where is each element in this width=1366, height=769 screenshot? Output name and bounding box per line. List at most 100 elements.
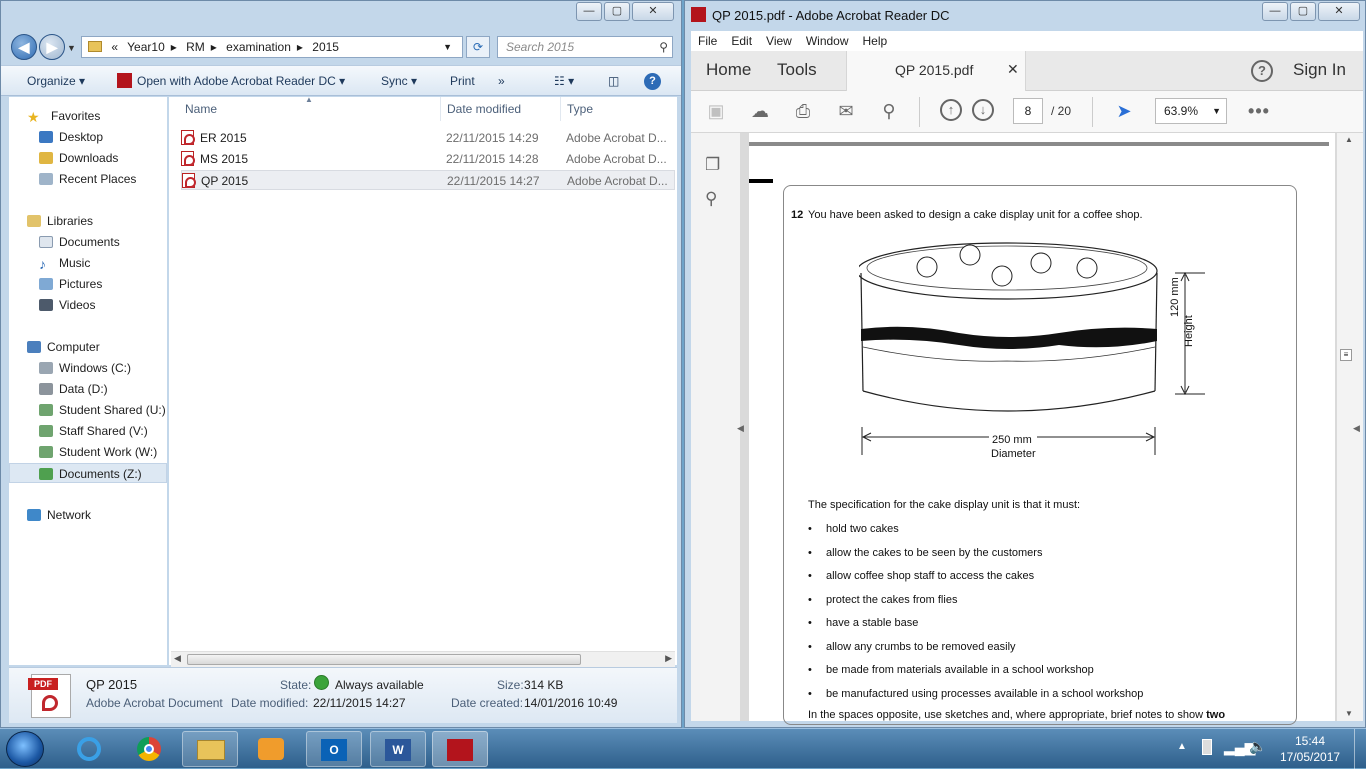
nav-drive-u[interactable]: Student Shared (U:) — [9, 400, 167, 420]
previous-page-icon[interactable]: ↑ — [940, 99, 962, 121]
nav-libraries[interactable]: Libraries — [9, 211, 167, 231]
address-dropdown-icon[interactable]: ▼ — [443, 37, 452, 57]
scrollbar-thumb[interactable]: ≡ — [1340, 349, 1352, 361]
show-hidden-icons[interactable]: ▲ — [1177, 741, 1187, 752]
scroll-up-icon[interactable]: ▲ — [1345, 135, 1353, 144]
sync-button[interactable]: Sync ▾ — [381, 66, 417, 96]
outlook-icon[interactable]: O — [306, 731, 362, 767]
close-tab-icon[interactable]: ✕ — [1007, 61, 1019, 78]
volume-icon[interactable]: 🔈 — [1249, 738, 1266, 755]
scroll-down-icon[interactable]: ▼ — [1345, 709, 1353, 718]
menu-file[interactable]: File — [691, 31, 724, 51]
save-icon[interactable]: ▣ — [704, 99, 728, 123]
breadcrumb-examination[interactable]: examination — [226, 40, 291, 54]
specification-item: be manufactured using processes availabl… — [826, 687, 1144, 700]
scroll-left-icon[interactable]: ◀ — [174, 653, 181, 664]
column-date-modified[interactable]: Date modified — [441, 97, 561, 121]
breadcrumb-year10[interactable]: Year10 — [127, 40, 165, 54]
nav-videos[interactable]: Videos — [9, 295, 167, 315]
back-button[interactable]: ◀ — [11, 34, 37, 60]
email-icon[interactable]: ✉ — [834, 99, 858, 123]
recent-pages-chevron-icon[interactable]: ▼ — [67, 43, 76, 53]
desktop-icon — [39, 131, 53, 143]
select-cursor-icon[interactable]: ➤ — [1112, 99, 1136, 123]
tab-home[interactable]: Home — [706, 60, 751, 80]
word-icon[interactable]: W — [370, 731, 426, 767]
preview-pane-icon[interactable]: ◫ — [608, 66, 619, 96]
address-overflow[interactable]: « — [111, 40, 118, 54]
file-explorer-icon[interactable] — [182, 731, 238, 767]
chrome-icon[interactable] — [122, 731, 178, 767]
print-icon[interactable]: ⎙ — [791, 99, 815, 123]
nav-music[interactable]: ♪ Music — [9, 253, 167, 273]
pdf-file-icon — [181, 151, 195, 166]
search-icon[interactable]: ⚲ — [877, 99, 901, 123]
explorer-close-button[interactable]: ✕ — [632, 2, 674, 21]
scroll-right-icon[interactable]: ▶ — [665, 653, 672, 664]
organize-button[interactable]: Organize ▾ — [27, 66, 85, 96]
breadcrumb-rm[interactable]: RM — [186, 40, 205, 54]
upload-icon[interactable]: ☁ — [748, 99, 772, 123]
nav-network[interactable]: Network — [9, 505, 167, 525]
zoom-dropdown[interactable]: 63.9% ▼ — [1155, 98, 1227, 124]
nav-drive-w[interactable]: Student Work (W:) — [9, 442, 167, 462]
start-button[interactable] — [6, 731, 44, 767]
page-number-input[interactable]: 8 — [1013, 98, 1043, 124]
file-row[interactable]: MS 2015 22/11/2015 14:28 Adobe Acrobat D… — [181, 149, 675, 169]
acrobat-taskbar-icon[interactable] — [432, 731, 488, 767]
nav-drive-d[interactable]: Data (D:) — [9, 379, 167, 399]
forward-button[interactable]: ▶ — [39, 34, 65, 60]
more-tools-icon[interactable]: ••• — [1247, 99, 1271, 123]
explorer-minimize-button[interactable]: — — [576, 2, 602, 21]
menu-edit[interactable]: Edit — [724, 31, 759, 51]
horizontal-scrollbar[interactable]: ◀ ▶ — [171, 651, 675, 667]
nav-documents[interactable]: Documents — [9, 232, 167, 252]
nav-recent-places[interactable]: Recent Places — [9, 169, 167, 189]
menu-window[interactable]: Window — [799, 31, 856, 51]
acrobat-minimize-button[interactable]: — — [1262, 2, 1288, 21]
next-page-icon[interactable]: ↓ — [972, 99, 994, 121]
more-commands-button[interactable]: » — [498, 66, 505, 96]
address-bar[interactable]: « Year10 ▸ RM ▸ examination ▸ 2015 ▼ — [81, 36, 463, 58]
scrollbar-thumb[interactable] — [187, 654, 581, 665]
breadcrumb-2015[interactable]: 2015 — [312, 40, 339, 54]
open-with-button[interactable]: Open with Adobe Acrobat Reader DC ▾ — [117, 66, 345, 96]
sign-in-button[interactable]: Sign In — [1293, 60, 1346, 80]
menu-help[interactable]: Help — [856, 31, 895, 51]
menu-view[interactable]: View — [759, 31, 799, 51]
clock[interactable]: 15:44 17/05/2017 — [1280, 734, 1340, 764]
refresh-icon[interactable]: ⟳ — [466, 36, 490, 58]
file-row[interactable]: ER 2015 22/11/2015 14:29 Adobe Acrobat D… — [181, 128, 675, 148]
acrobat-close-button[interactable]: ✕ — [1318, 2, 1360, 21]
show-desktop-button[interactable] — [1354, 729, 1366, 769]
collapse-right-panel-icon[interactable]: ◀ — [1353, 423, 1360, 434]
tab-document[interactable]: QP 2015.pdf ✕ — [846, 51, 1026, 91]
help-icon[interactable]: ? — [1251, 60, 1273, 82]
nav-pictures[interactable]: Pictures — [9, 274, 167, 294]
battery-icon[interactable] — [1202, 739, 1212, 755]
file-row-selected[interactable]: QP 2015 22/11/2015 14:27 Adobe Acrobat D… — [181, 170, 675, 190]
help-icon[interactable]: ? — [644, 73, 661, 90]
attachments-icon[interactable]: ⚲ — [705, 189, 717, 209]
nav-downloads[interactable]: Downloads — [9, 148, 167, 168]
explorer-maximize-button[interactable]: ▢ — [604, 2, 630, 21]
media-player-icon[interactable] — [244, 731, 300, 767]
collapse-left-panel-icon[interactable]: ◀ — [737, 423, 744, 434]
nav-desktop[interactable]: Desktop — [9, 127, 167, 147]
tab-tools[interactable]: Tools — [777, 60, 817, 80]
nav-drive-v[interactable]: Staff Shared (V:) — [9, 421, 167, 441]
search-icon[interactable]: ⚲ — [659, 37, 668, 57]
view-options-icon[interactable]: ☷ ▾ — [554, 66, 574, 96]
print-button[interactable]: Print — [450, 66, 475, 96]
search-input[interactable]: Search 2015 ⚲ — [497, 36, 673, 58]
nav-drive-z[interactable]: Documents (Z:) — [9, 463, 167, 483]
internet-explorer-icon[interactable] — [62, 731, 118, 767]
page-thumbnails-icon[interactable]: ❐ — [705, 155, 720, 175]
nav-computer[interactable]: Computer — [9, 337, 167, 357]
acrobat-maximize-button[interactable]: ▢ — [1290, 2, 1316, 21]
explorer-title-bar[interactable]: — ▢ ✕ — [1, 1, 681, 27]
vertical-scrollbar[interactable]: ▲ ≡ ◀ ▼ — [1337, 133, 1363, 721]
nav-drive-c[interactable]: Windows (C:) — [9, 358, 167, 378]
column-type[interactable]: Type — [561, 97, 677, 121]
nav-favorites[interactable]: ★ Favorites — [9, 106, 167, 126]
